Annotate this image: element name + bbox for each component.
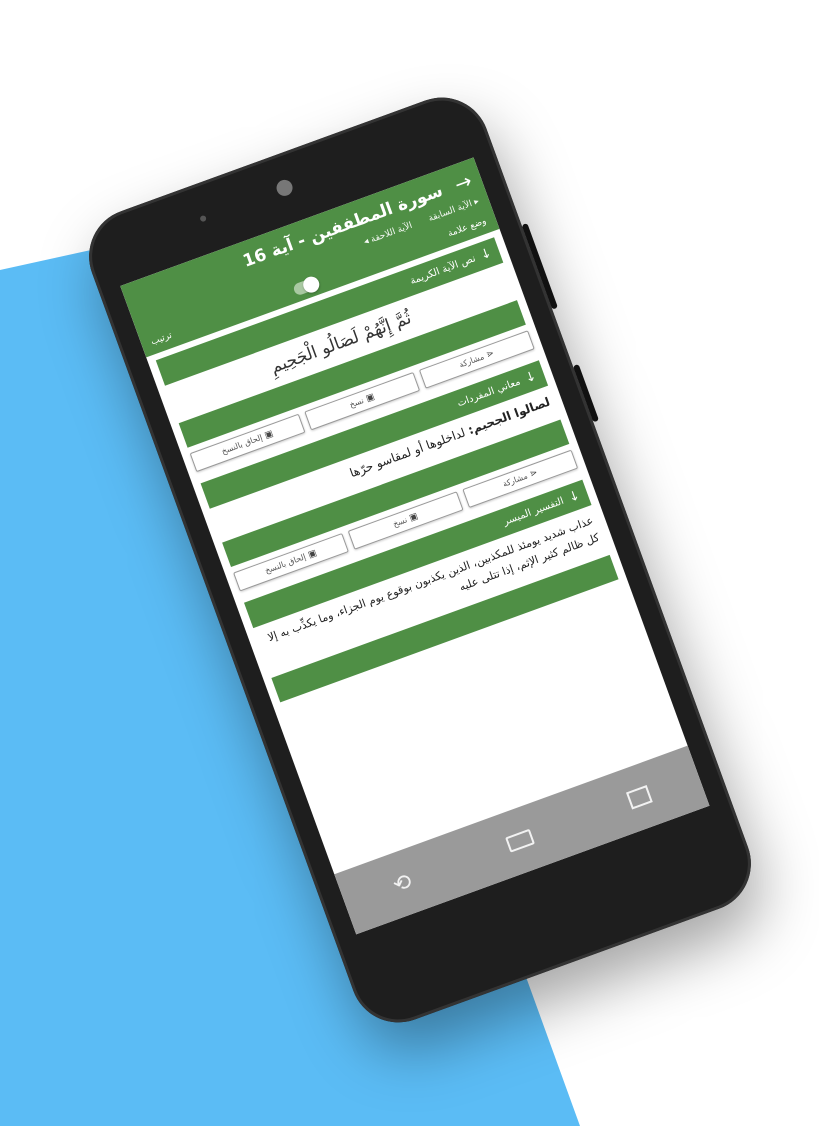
copy-label: نسخ [348, 395, 365, 410]
append-copy-label: إلحاق بالنسخ [220, 432, 264, 456]
arrow-down-icon: ↓ [566, 488, 582, 506]
copy-icon: ▣ [263, 428, 275, 442]
copy-icon: ▣ [364, 392, 377, 405]
share-icon: ⋖ [485, 348, 496, 361]
back-arrow-icon[interactable]: → [451, 168, 475, 196]
recents-nav-icon[interactable] [626, 784, 654, 810]
arrow-down-icon: ↓ [478, 245, 494, 264]
toggle-knob [300, 274, 322, 295]
copy-icon: ▣ [306, 548, 319, 561]
back-nav-icon[interactable]: ⟲ [389, 869, 415, 899]
front-camera [274, 177, 295, 199]
share-icon: ⋖ [528, 467, 540, 480]
append-copy-label: إلحاق بالنسخ [263, 552, 308, 576]
sort-button[interactable]: ترتيب [150, 331, 174, 348]
share-label: مشاركة [501, 471, 529, 489]
home-nav-icon[interactable] [505, 828, 536, 853]
copy-label: نسخ [391, 515, 409, 529]
copy-icon: ▣ [408, 511, 420, 524]
proximity-sensor [199, 214, 207, 223]
bookmark-toggle[interactable] [292, 274, 322, 297]
arrow-down-icon: ↓ [523, 368, 539, 387]
share-label: مشاركة [458, 352, 486, 370]
